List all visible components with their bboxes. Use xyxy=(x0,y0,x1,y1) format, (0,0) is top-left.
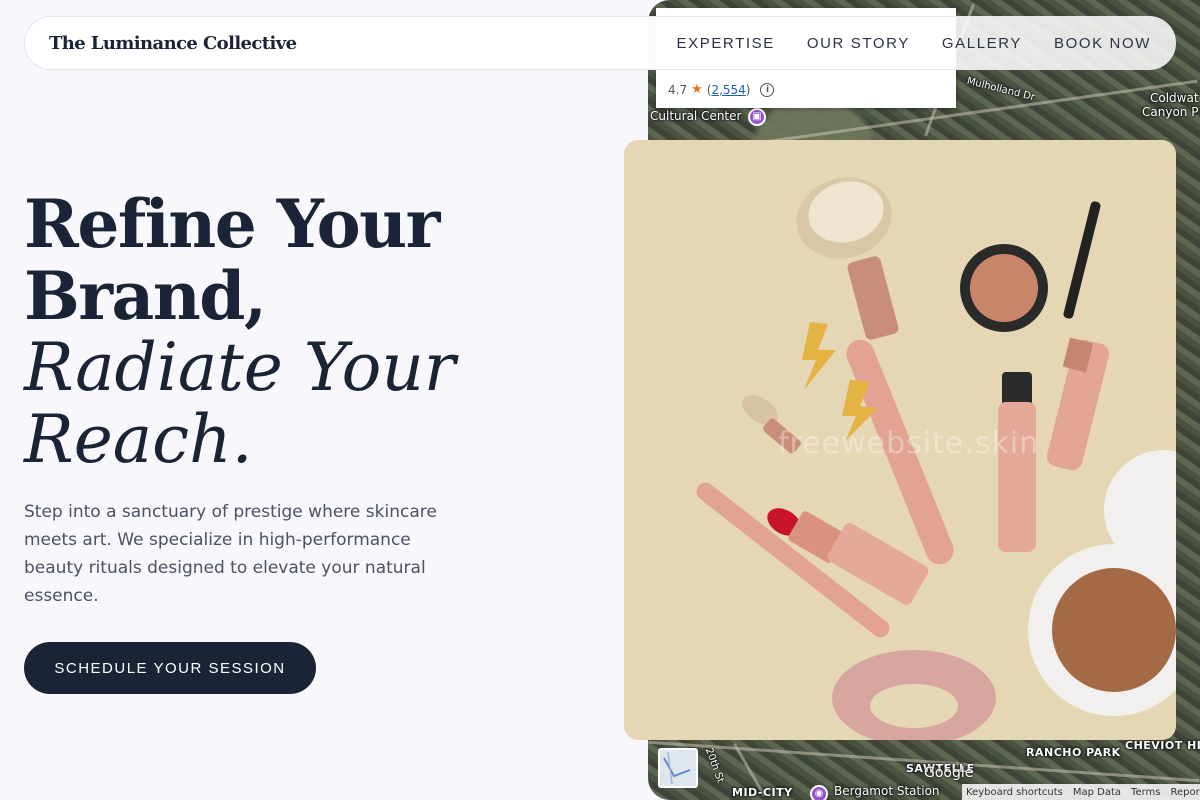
hero-title-line: Brand, xyxy=(24,257,267,335)
brand-logo[interactable]: The Luminance Collective xyxy=(49,33,297,54)
nav-link-our-story[interactable]: OUR STORY xyxy=(807,35,910,52)
cosmetics-product-image: freewebsite.skin xyxy=(624,140,1176,740)
map-label-cultural-center: Cultural Center xyxy=(650,109,742,123)
map-data-link[interactable]: Map Data xyxy=(1073,787,1121,798)
info-icon[interactable]: i xyxy=(760,82,775,97)
hero-description: Step into a sanctuary of prestige where … xyxy=(24,502,437,606)
star-icon: ★ xyxy=(691,82,703,97)
hero-title-italic-line: Radiate Your xyxy=(24,329,456,406)
mascara-icon xyxy=(1046,201,1110,471)
google-logo: Google xyxy=(924,765,974,781)
map-label-coldwater: Coldwat xyxy=(1150,91,1199,105)
hero-title-italic-line: Reach. xyxy=(24,401,253,478)
map-label-mulholland: Mulholland Dr xyxy=(965,75,1036,104)
map-label-bergamot: Bergamot Station xyxy=(834,784,940,798)
map-label-20th-st: 20th St xyxy=(702,746,726,785)
nav-link-expertise[interactable]: EXPERTISE xyxy=(677,35,775,52)
top-navigation: The Luminance Collective EXPERTISE OUR S… xyxy=(24,16,1176,70)
map-label-cheviot: CHEVIOT HIL xyxy=(1125,739,1200,752)
nav-link-gallery[interactable]: GALLERY xyxy=(942,35,1022,52)
powder-brush-icon xyxy=(796,177,954,565)
watermark-text: freewebsite.skin xyxy=(778,426,1040,461)
station-pin-icon[interactable]: ◉ xyxy=(810,785,828,800)
review-count-link[interactable]: 2,554 xyxy=(711,83,745,97)
powder-compact-icon xyxy=(1028,450,1176,716)
map-label-rancho-park: RANCHO PARK xyxy=(1026,746,1121,759)
rating-value: 4.7 xyxy=(668,82,688,97)
report-link[interactable]: Report a xyxy=(1170,787,1200,798)
scrunchie-icon xyxy=(832,650,996,740)
map-footer: Keyboard shortcuts Map Data Terms Report… xyxy=(962,784,1200,800)
terms-link[interactable]: Terms xyxy=(1131,787,1160,798)
concealer-tube-icon xyxy=(998,372,1036,552)
schedule-session-button[interactable]: SCHEDULE YOUR SESSION xyxy=(24,642,316,694)
map-label-canyon: Canyon P xyxy=(1142,105,1199,119)
blush-pot-icon xyxy=(960,244,1048,332)
hero-title: Refine Your Brand, Radiate Your Reach. xyxy=(24,188,584,476)
map-layer-toggle[interactable] xyxy=(658,748,698,788)
map-layer-icon xyxy=(663,751,691,785)
keyboard-shortcuts-link[interactable]: Keyboard shortcuts xyxy=(966,787,1063,798)
hero-title-line: Refine Your xyxy=(24,185,440,263)
museum-pin-icon[interactable]: ▣ xyxy=(748,108,766,126)
map-label-mid-city: MID-CITY xyxy=(732,786,793,799)
nav-links: EXPERTISE OUR STORY GALLERY BOOK NOW xyxy=(677,35,1151,52)
place-rating: 4.7 ★ (2,554) i xyxy=(668,82,775,97)
nav-link-book-now[interactable]: BOOK NOW xyxy=(1054,35,1151,52)
